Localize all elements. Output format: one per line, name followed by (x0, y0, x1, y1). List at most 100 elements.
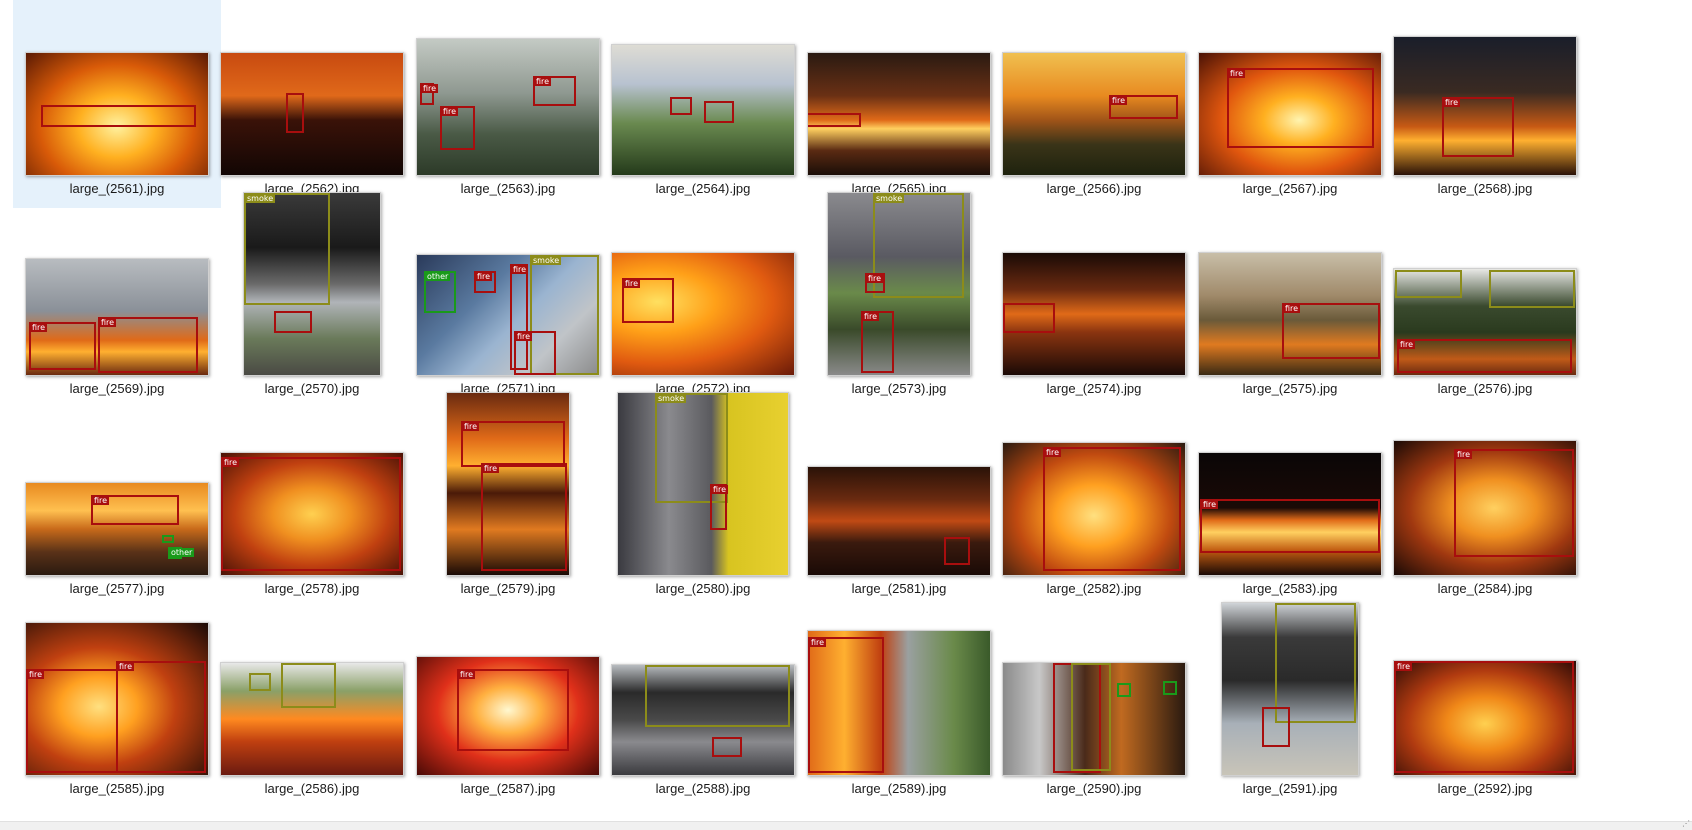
file-tile[interactable]: fire large_(2576).jpg (1381, 196, 1589, 408)
detection-box-fire: fire (91, 495, 179, 525)
file-thumbnail[interactable]: fire (1198, 52, 1382, 176)
detection-box-fire: fire (481, 463, 567, 571)
detection-box-fire: fire (461, 421, 565, 467)
file-tile[interactable]: fire large_(2578).jpg (208, 396, 416, 608)
detection-box-fire: fire (865, 273, 885, 293)
file-tile[interactable]: fire fire large_(2569).jpg (13, 196, 221, 408)
file-name-label: large_(2574).jpg (1046, 381, 1142, 396)
file-thumbnail[interactable]: fire (1002, 52, 1186, 176)
file-name-label: large_(2569).jpg (69, 381, 165, 396)
detection-label: fire (421, 84, 439, 93)
file-tile[interactable]: fire large_(2568).jpg (1381, 0, 1589, 208)
file-thumbnail[interactable]: other fire fire smoke fire (416, 254, 600, 376)
file-thumbnail[interactable]: fire fire (25, 258, 209, 376)
file-thumbnail[interactable]: fire fire (25, 622, 209, 776)
file-tile[interactable]: large_(2591).jpg (1186, 596, 1394, 808)
file-tile[interactable]: fire large_(2592).jpg (1381, 596, 1589, 808)
file-thumbnail[interactable]: smoke fire (617, 392, 789, 576)
detection-label: fire (862, 312, 880, 321)
file-tile[interactable]: fire large_(2567).jpg (1186, 0, 1394, 208)
file-thumbnail[interactable]: fire fire fire (416, 38, 600, 176)
detection-box-fire: fire (1454, 449, 1574, 557)
detection-label: fire (809, 638, 827, 647)
file-thumbnail[interactable] (1002, 252, 1186, 376)
file-tile[interactable]: fire fire fire large_(2563).jpg (404, 0, 612, 208)
file-thumbnail[interactable]: fire (1393, 36, 1577, 176)
file-thumbnail[interactable]: fire (1002, 442, 1186, 576)
file-tile[interactable]: large_(2581).jpg (795, 396, 1003, 608)
file-name-label: large_(2591).jpg (1242, 781, 1338, 796)
detection-label: fire (623, 279, 641, 288)
file-thumbnail[interactable] (220, 662, 404, 776)
file-name-label: large_(2566).jpg (1046, 181, 1142, 196)
file-thumbnail[interactable]: smoke fire fire (827, 192, 971, 376)
file-tile[interactable]: large_(2574).jpg (990, 196, 1198, 408)
file-thumbnail[interactable] (611, 664, 795, 776)
file-thumbnail[interactable] (807, 466, 991, 576)
file-thumbnail[interactable]: fire (1393, 440, 1577, 576)
file-thumbnail-grid: large_(2561).jpg large_(2562).jpg fire fire… (0, 0, 1692, 820)
file-name-label: large_(2581).jpg (851, 581, 947, 596)
detection-box-fire (670, 97, 692, 115)
detection-box-fire: fire (533, 76, 576, 106)
file-tile[interactable]: large_(2562).jpg (208, 0, 416, 208)
file-thumbnail[interactable] (1002, 662, 1186, 776)
file-tile[interactable]: large_(2586).jpg (208, 596, 416, 808)
file-thumbnail[interactable]: fire (1393, 660, 1577, 776)
file-tile[interactable]: large_(2588).jpg (599, 596, 807, 808)
file-name-label: large_(2586).jpg (264, 781, 360, 796)
file-tile[interactable]: fire other large_(2577).jpg (13, 396, 221, 608)
file-thumbnail[interactable]: smoke (243, 192, 381, 376)
file-thumbnail[interactable]: fire (1198, 252, 1382, 376)
detection-box-fire: fire (808, 637, 884, 773)
detection-box-fire: fire (420, 83, 439, 105)
file-tile[interactable]: fire large_(2583).jpg (1186, 396, 1394, 608)
file-thumbnail[interactable] (25, 52, 209, 176)
file-tile[interactable]: smoke fire large_(2580).jpg (599, 392, 807, 608)
detection-label: fire (711, 485, 729, 494)
detection-label: fire (1395, 662, 1413, 671)
file-tile[interactable]: fire fire large_(2585).jpg (13, 596, 221, 808)
file-thumbnail[interactable]: fire (611, 252, 795, 376)
file-tile[interactable]: smoke large_(2570).jpg (208, 192, 416, 408)
detection-box-fire: fire (116, 661, 206, 773)
file-tile[interactable]: fire large_(2589).jpg (795, 596, 1003, 808)
detection-label: fire (534, 77, 552, 86)
detection-label: other (169, 548, 195, 557)
file-thumbnail[interactable] (611, 44, 795, 176)
file-tile[interactable]: large_(2564).jpg (599, 0, 807, 208)
file-thumbnail[interactable]: fire (1393, 268, 1577, 376)
file-tile[interactable]: large_(2590).jpg (990, 596, 1198, 808)
file-thumbnail[interactable] (220, 52, 404, 176)
detection-box-smoke: smoke (244, 193, 330, 305)
resize-grip-icon[interactable]: ⋰ (1682, 819, 1690, 828)
file-tile[interactable]: large_(2565).jpg (795, 0, 1003, 208)
file-tile[interactable]: fire large_(2587).jpg (404, 596, 612, 808)
file-name-label: large_(2592).jpg (1437, 781, 1533, 796)
file-thumbnail[interactable]: fire (1198, 452, 1382, 576)
detection-box-other: other (168, 547, 195, 559)
file-name-label: large_(2570).jpg (264, 381, 360, 396)
detection-box-fire: fire (710, 484, 729, 530)
detection-label: smoke (656, 394, 687, 403)
file-thumbnail[interactable]: fire (416, 656, 600, 776)
file-thumbnail[interactable]: fire (807, 630, 991, 776)
detection-label: fire (222, 458, 240, 467)
file-tile[interactable]: fire large_(2572).jpg (599, 196, 807, 408)
file-thumbnail[interactable]: fire other (25, 482, 209, 576)
detection-label: fire (92, 496, 110, 505)
file-tile[interactable]: fire large_(2584).jpg (1381, 396, 1589, 608)
file-tile[interactable]: fire large_(2575).jpg (1186, 196, 1394, 408)
file-tile[interactable]: fire fire large_(2579).jpg (404, 392, 612, 608)
file-thumbnail[interactable]: fire (220, 452, 404, 576)
file-tile[interactable]: fire large_(2566).jpg (990, 0, 1198, 208)
file-tile[interactable]: smoke fire fire large_(2573).jpg (795, 192, 1003, 408)
file-tile[interactable]: other fire fire smoke fire large_(2571).jpg (404, 196, 612, 408)
file-tile[interactable]: fire large_(2582).jpg (990, 396, 1198, 608)
detection-label: fire (1398, 340, 1416, 349)
file-thumbnail[interactable]: fire fire (446, 392, 570, 576)
file-name-label: large_(2578).jpg (264, 581, 360, 596)
file-thumbnail[interactable] (807, 52, 991, 176)
file-thumbnail[interactable] (1221, 602, 1359, 776)
file-tile[interactable]: large_(2561).jpg (13, 0, 221, 208)
